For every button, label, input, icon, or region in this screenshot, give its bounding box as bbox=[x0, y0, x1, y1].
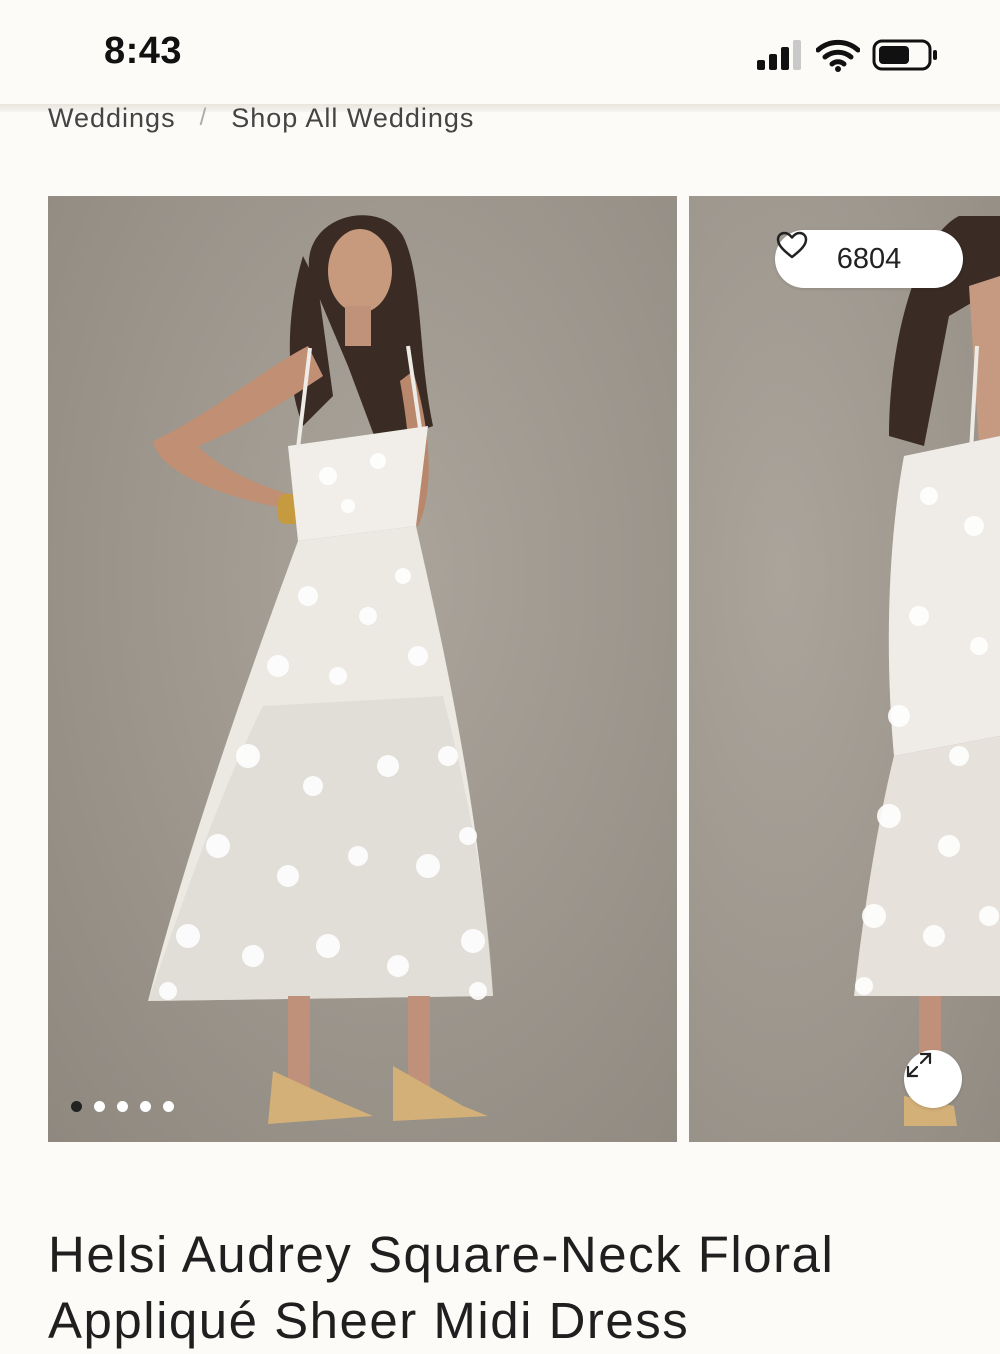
favorite-count: 6804 bbox=[836, 242, 902, 275]
heart-icon bbox=[776, 231, 808, 259]
breadcrumb: Weddings / Shop All Weddings bbox=[48, 100, 474, 136]
breadcrumb-weddings[interactable]: Weddings bbox=[48, 103, 176, 134]
expand-icon bbox=[906, 1052, 932, 1078]
breadcrumb-separator: / bbox=[199, 104, 208, 131]
pagination-dot[interactable] bbox=[94, 1101, 105, 1112]
product-image-front[interactable] bbox=[48, 196, 677, 1142]
battery-icon bbox=[872, 39, 937, 71]
breadcrumb-shop-all-weddings[interactable]: Shop All Weddings bbox=[231, 103, 474, 134]
pagination-dot[interactable] bbox=[117, 1101, 128, 1112]
gallery-pagination-dots bbox=[71, 1101, 174, 1112]
status-time: 8:43 bbox=[104, 30, 183, 72]
favorite-button[interactable]: 6804 bbox=[775, 230, 963, 288]
pagination-dot[interactable] bbox=[140, 1101, 151, 1112]
status-bar: 8:43 bbox=[0, 0, 1000, 100]
wifi-icon bbox=[816, 39, 860, 72]
product-image-gallery[interactable]: 6804 bbox=[48, 196, 1000, 1142]
cellular-signal-icon bbox=[757, 40, 803, 70]
model-back-illustration bbox=[854, 216, 1000, 1126]
pagination-dot[interactable] bbox=[163, 1101, 174, 1112]
product-title: Helsi Audrey Square-Neck Floral Appliqué… bbox=[48, 1226, 835, 1350]
product-image-back[interactable]: 6804 bbox=[689, 196, 1000, 1142]
model-front-illustration bbox=[148, 215, 493, 1124]
pagination-dot[interactable] bbox=[71, 1101, 82, 1112]
expand-image-button[interactable] bbox=[904, 1050, 962, 1108]
